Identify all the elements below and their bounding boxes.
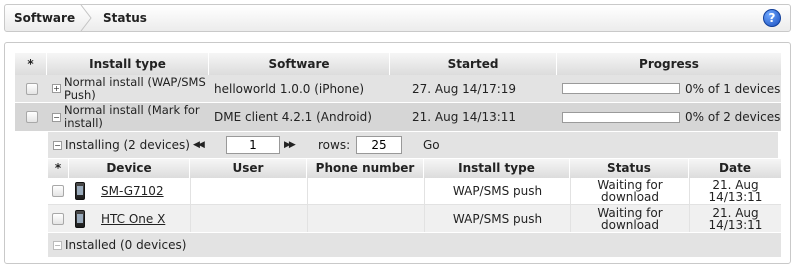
software-text: DME client 4.2.1 (Android) — [214, 110, 372, 124]
rows-input[interactable] — [356, 136, 402, 154]
double-right-arrow-icon: ▶▶ — [284, 140, 296, 150]
breadcrumb-separator-icon — [80, 5, 92, 31]
expand-icon[interactable]: + — [52, 84, 61, 93]
row-checkbox[interactable] — [26, 111, 38, 123]
device-checkbox[interactable] — [52, 185, 64, 197]
install-type-cell: WAP/SMS push — [424, 178, 570, 204]
user-cell — [190, 205, 307, 232]
progress-bar — [562, 111, 680, 123]
breadcrumb: Software Status ? — [4, 4, 791, 32]
column-header-date[interactable]: Date — [689, 159, 781, 178]
row-checkbox[interactable] — [26, 82, 38, 95]
breadcrumb-item-status: Status — [103, 11, 147, 25]
progress-text: 0% of 1 devices — [685, 81, 781, 96]
progress-bar — [562, 83, 680, 94]
column-header-device[interactable]: Device — [69, 159, 190, 178]
last-page-button[interactable]: ▶▶ — [284, 132, 296, 158]
smartphone-icon — [75, 209, 85, 228]
first-page-button[interactable]: ◀◀ — [193, 132, 205, 158]
device-link[interactable]: HTC One X — [101, 212, 165, 226]
column-header-software[interactable]: Software — [209, 53, 390, 75]
started-text: 27. Aug 14/17:19 — [412, 81, 517, 96]
collapse-icon[interactable]: − — [52, 112, 61, 122]
column-header-install-type-fallback[interactable]: Install type (fallback) — [424, 159, 570, 194]
go-button[interactable]: Go — [423, 132, 440, 158]
column-header-progress[interactable]: Progress — [557, 53, 781, 75]
installing-section: − Installing (2 devices) ◀◀ ▶▶ rows: Go … — [48, 132, 781, 260]
user-cell — [190, 178, 307, 204]
device-checkbox[interactable] — [52, 212, 64, 225]
table-row[interactable]: SM-G7102 WAP/SMS push Waiting for downlo… — [48, 178, 781, 205]
status-cell: Waiting for download — [570, 205, 689, 232]
page-input[interactable] — [226, 136, 280, 154]
collapse-icon[interactable]: − — [53, 140, 62, 150]
install-type-cell: WAP/SMS push — [424, 205, 570, 232]
device-select-all-header[interactable]: * — [48, 159, 69, 178]
column-header-user[interactable]: User — [190, 159, 307, 178]
date-cell: 21. Aug 14/13:11 — [689, 205, 781, 232]
column-header-status[interactable]: Status — [570, 159, 689, 178]
column-header-install-type[interactable]: Install type — [47, 53, 209, 75]
installed-label: Installed (0 devices) — [65, 238, 187, 252]
install-type-text: Normal install (Mark for install) — [64, 103, 200, 130]
select-all-header[interactable]: * — [15, 53, 47, 75]
phone-cell — [307, 178, 424, 204]
installing-toolbar: − Installing (2 devices) ◀◀ ▶▶ rows: Go — [48, 132, 778, 158]
table-row[interactable]: + Normal install (WAP/SMS Push) hellowor… — [15, 75, 781, 102]
software-text: helloworld 1.0.0 (iPhone) — [214, 81, 365, 96]
column-header-started[interactable]: Started — [390, 53, 557, 75]
progress-text: 0% of 2 devices — [685, 110, 781, 124]
date-cell: 21. Aug 14/13:11 — [689, 178, 781, 204]
device-link[interactable]: SM-G7102 — [101, 184, 164, 198]
double-left-arrow-icon: ◀◀ — [193, 140, 205, 150]
column-header-phone-number[interactable]: Phone number — [307, 159, 424, 178]
status-cell: Waiting for download — [570, 178, 689, 204]
help-icon[interactable]: ? — [763, 9, 781, 27]
table-row[interactable]: HTC One X WAP/SMS push Waiting for downl… — [48, 205, 781, 232]
install-status-panel: * Install type Software Started Progress… — [4, 42, 791, 264]
install-type-text: Normal install (WAP/SMS Push) — [64, 74, 206, 102]
installing-label: Installing (2 devices) — [65, 138, 190, 152]
started-text: 21. Aug 14/13:11 — [412, 110, 517, 124]
installed-section: − Installed (0 devices) — [48, 233, 781, 257]
rows-label: rows: — [318, 138, 351, 152]
phone-cell — [307, 205, 424, 232]
table-row[interactable]: − Normal install (Mark for install) DME … — [15, 103, 781, 131]
smartphone-icon — [75, 182, 85, 200]
collapse-icon[interactable]: − — [53, 240, 62, 250]
breadcrumb-item-software[interactable]: Software — [14, 5, 75, 31]
